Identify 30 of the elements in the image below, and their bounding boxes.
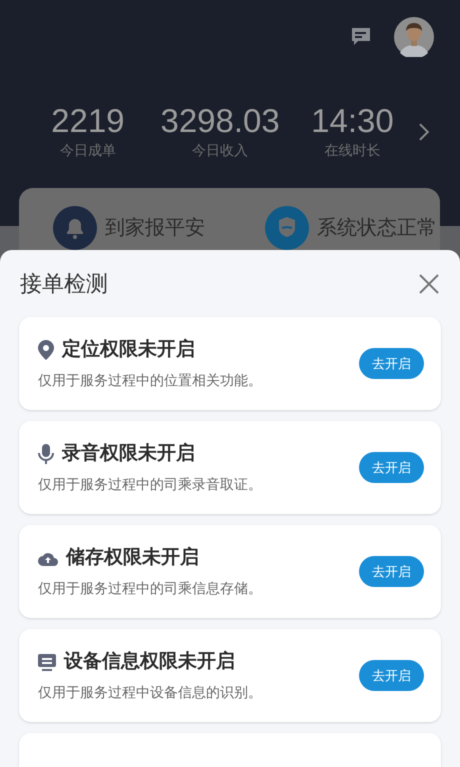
monitor-icon [38,653,56,672]
permission-description: 仅用于服务过程中设备信息的识别。 [38,683,262,702]
permission-title: 定位权限未开启 [62,338,195,362]
stat-value: 14:30 [311,102,394,140]
close-icon[interactable] [418,272,440,295]
stat-label: 今日成单 [60,141,116,160]
stat-value: 3298.03 [160,102,280,140]
enable-button[interactable]: 去开启 [359,348,424,380]
action-label[interactable]: 系统状态正常 [317,213,437,243]
bell-icon[interactable] [53,206,97,250]
action-label[interactable]: 到家报平安 [105,213,205,243]
enable-button[interactable]: 去开启 [359,660,424,692]
enable-button[interactable]: 去开启 [359,556,424,588]
avatar-icon[interactable] [394,17,434,57]
location-pin-icon [38,340,54,360]
stat-label: 在线时长 [324,141,380,160]
permission-description: 仅用于服务过程中的位置相关功能。 [38,371,262,390]
stat-label: 今日收入 [192,141,248,160]
message-icon[interactable] [350,26,372,48]
stat-value: 2219 [51,102,125,140]
permission-description: 仅用于服务过程中的司乘录音取证。 [38,475,262,494]
permission-title: 设备信息权限未开启 [64,650,235,674]
sheet-title: 接单检测 [20,270,108,298]
cloud-upload-icon [38,550,58,566]
microphone-icon [38,444,54,464]
enable-button[interactable]: 去开启 [359,452,424,484]
chevron-right-icon[interactable] [418,122,430,142]
permission-title: 储存权限未开启 [66,546,199,570]
permission-title: 录音权限未开启 [62,442,195,466]
permission-description: 仅用于服务过程中的司乘信息存储。 [38,579,262,598]
